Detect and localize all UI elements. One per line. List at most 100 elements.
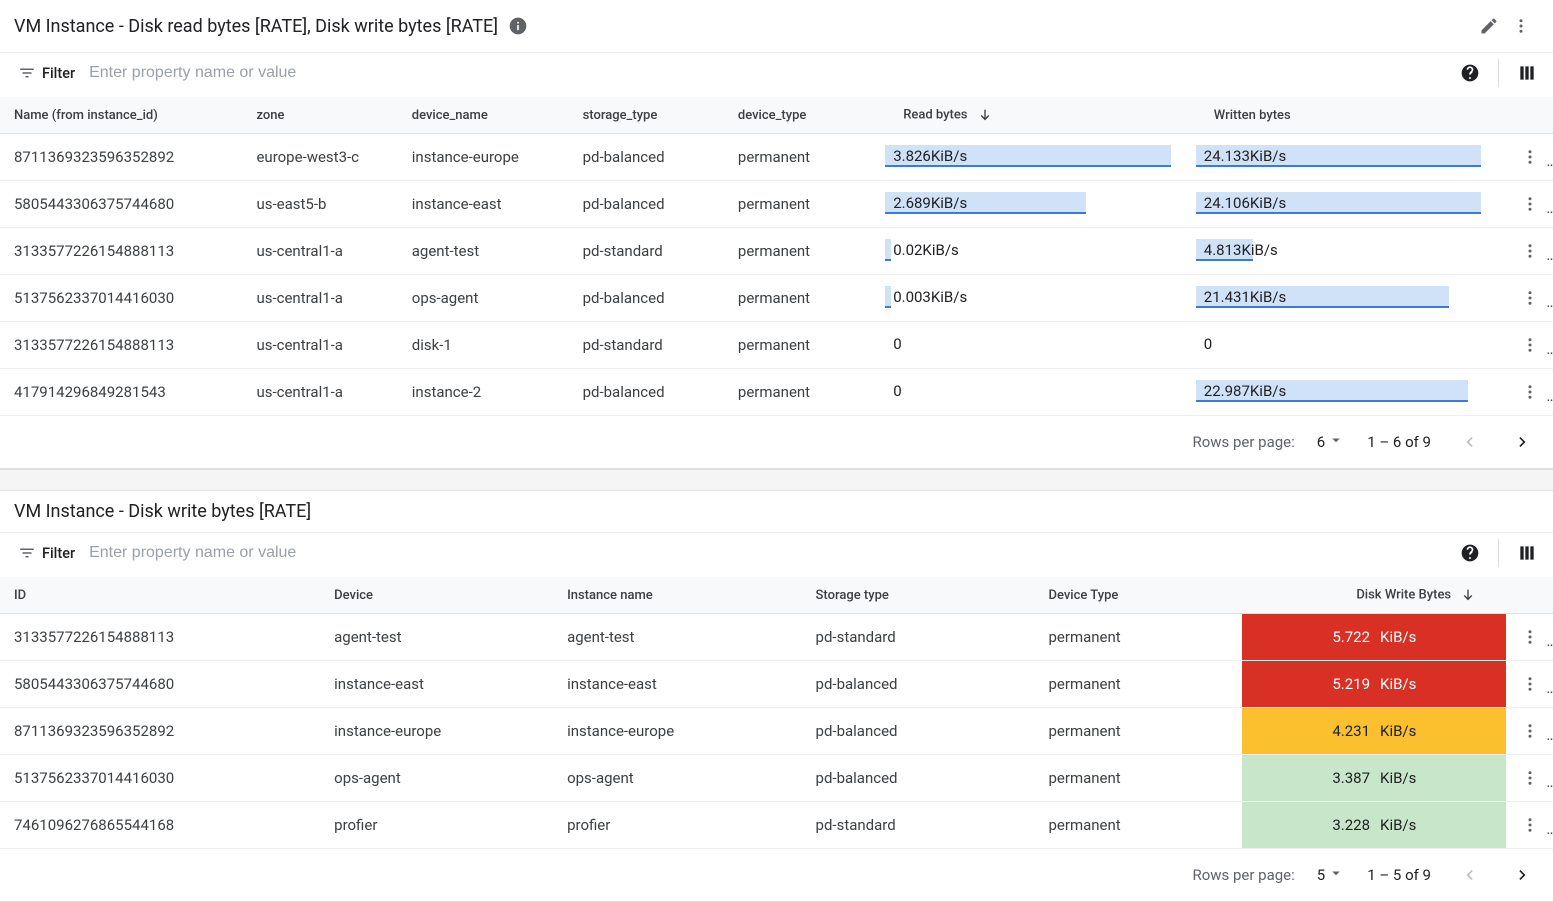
rows-per-page-select[interactable]: 6 xyxy=(1317,431,1345,453)
cell-device-name: agent-test xyxy=(404,228,575,275)
table-row[interactable]: 5805443306375744680 instance-east instan… xyxy=(0,661,1553,708)
col-device[interactable]: Device xyxy=(326,577,559,614)
filter-bar: Filter xyxy=(0,52,1553,97)
cell-device-type: permanent xyxy=(1040,708,1242,755)
table-row[interactable]: 8711369323596352892 europe-west3-c insta… xyxy=(0,134,1553,181)
columns-button[interactable] xyxy=(1511,537,1543,569)
col-id[interactable]: ID xyxy=(0,577,326,614)
read-value: 2.689KiB/s xyxy=(893,192,967,214)
row-menu-button[interactable] xyxy=(1514,668,1546,700)
col-instance-name[interactable]: Instance name xyxy=(559,577,807,614)
filter-label: Filter xyxy=(42,65,75,82)
prev-page-button[interactable] xyxy=(1453,426,1485,458)
cell-read-bytes: 0 xyxy=(885,322,1196,369)
cell-device-type: permanent xyxy=(730,181,885,228)
help-button[interactable] xyxy=(1454,57,1486,89)
col-written-bytes[interactable]: Written bytes xyxy=(1196,97,1507,134)
panel-menu-button[interactable] xyxy=(1505,10,1537,42)
cell-instance-name: agent-test xyxy=(559,614,807,661)
col-storage-type[interactable]: Storage type xyxy=(808,577,1041,614)
write-value: 21.431KiB/s xyxy=(1204,286,1286,308)
row-menu-button[interactable] xyxy=(1514,188,1546,220)
filter-input[interactable] xyxy=(87,543,1454,563)
write-value: 24.106KiB/s xyxy=(1204,192,1286,214)
col-name[interactable]: Name (from instance_id) xyxy=(0,97,248,134)
read-value: 0 xyxy=(893,333,901,355)
table-row[interactable]: 7461096276865544168 profier profier pd-s… xyxy=(0,802,1553,849)
row-menu-button[interactable] xyxy=(1514,235,1546,267)
edit-button[interactable] xyxy=(1473,10,1505,42)
prev-page-button[interactable] xyxy=(1453,859,1485,891)
row-menu-button[interactable] xyxy=(1514,809,1546,841)
cell-storage-type: pd-balanced xyxy=(808,661,1041,708)
cell-name: 8711369323596352892 xyxy=(0,134,248,181)
columns-button[interactable] xyxy=(1511,57,1543,89)
rows-per-page-select[interactable]: 5 xyxy=(1317,864,1345,886)
next-page-button[interactable] xyxy=(1507,859,1539,891)
table-row[interactable]: 5137562337014416030 ops-agent ops-agent … xyxy=(0,755,1553,802)
cell-disk-write-bytes: 3.228KiB/s xyxy=(1242,802,1506,849)
col-device-name[interactable]: device_name xyxy=(404,97,575,134)
col-device-type[interactable]: device_type xyxy=(730,97,885,134)
cell-device-type: permanent xyxy=(1040,755,1242,802)
cell-written-bytes: 4.813KiB/s xyxy=(1196,228,1507,275)
table-row[interactable]: 417914296849281543 us-central1-a instanc… xyxy=(0,369,1553,416)
cell-device-name: instance-2 xyxy=(404,369,575,416)
panel-header: VM Instance - Disk read bytes [RATE], Di… xyxy=(0,0,1553,52)
cell-written-bytes: 21.431KiB/s xyxy=(1196,275,1507,322)
col-storage-type[interactable]: storage_type xyxy=(575,97,730,134)
cell-storage-type: pd-balanced xyxy=(575,181,730,228)
panel-title: VM Instance - Disk write bytes [RATE] xyxy=(14,501,311,522)
filter-bar: Filter xyxy=(0,532,1553,577)
row-menu-button[interactable] xyxy=(1514,621,1546,653)
row-menu-button[interactable] xyxy=(1514,282,1546,314)
cell-device-name: disk-1 xyxy=(404,322,575,369)
cell-device-type: permanent xyxy=(730,228,885,275)
cell-storage-type: pd-balanced xyxy=(575,275,730,322)
table-row[interactable]: 3133577226154888113 agent-test agent-tes… xyxy=(0,614,1553,661)
data-table: ID Device Instance name Storage type Dev… xyxy=(0,577,1553,849)
cell-device-name: ops-agent xyxy=(404,275,575,322)
cell-read-bytes: 0.02KiB/s xyxy=(885,228,1196,275)
caret-down-icon xyxy=(1327,864,1345,886)
cell-disk-write-bytes: 5.722KiB/s xyxy=(1242,614,1506,661)
info-icon[interactable] xyxy=(508,16,528,36)
col-device-type[interactable]: Device Type xyxy=(1040,577,1242,614)
panel-header: VM Instance - Disk write bytes [RATE] xyxy=(0,491,1553,532)
cell-storage-type: pd-standard xyxy=(575,228,730,275)
divider xyxy=(1498,59,1499,87)
row-menu-button[interactable] xyxy=(1514,762,1546,794)
cell-device-type: permanent xyxy=(1040,614,1242,661)
write-value: 0 xyxy=(1204,333,1212,355)
next-page-button[interactable] xyxy=(1507,426,1539,458)
write-value: 4.813KiB/s xyxy=(1204,239,1278,261)
cell-storage-type: pd-balanced xyxy=(808,708,1041,755)
cell-instance-name: ops-agent xyxy=(559,755,807,802)
table-row[interactable]: 3133577226154888113 us-central1-a agent-… xyxy=(0,228,1553,275)
cell-storage-type: pd-standard xyxy=(575,322,730,369)
panel-disk-write: VM Instance - Disk write bytes [RATE] Fi… xyxy=(0,491,1553,902)
cell-name: 417914296849281543 xyxy=(0,369,248,416)
divider xyxy=(1498,539,1499,567)
help-button[interactable] xyxy=(1454,537,1486,569)
col-disk-write-bytes[interactable]: Disk Write Bytes xyxy=(1242,577,1506,614)
cell-disk-write-bytes: 5.219KiB/s xyxy=(1242,661,1506,708)
row-menu-button[interactable] xyxy=(1514,141,1546,173)
pagination-footer: Rows per page: 6 1 – 6 of 9 xyxy=(0,416,1553,468)
cell-device: instance-east xyxy=(326,661,559,708)
table-row[interactable]: 5805443306375744680 us-east5-b instance-… xyxy=(0,181,1553,228)
col-read-bytes[interactable]: Read bytes xyxy=(885,97,1196,134)
row-menu-button[interactable] xyxy=(1514,376,1546,408)
table-row[interactable]: 3133577226154888113 us-central1-a disk-1… xyxy=(0,322,1553,369)
filter-input[interactable] xyxy=(87,63,1454,83)
col-zone[interactable]: zone xyxy=(248,97,403,134)
cell-written-bytes: 22.987KiB/s xyxy=(1196,369,1507,416)
row-menu-button[interactable] xyxy=(1514,329,1546,361)
cell-zone: europe-west3-c xyxy=(248,134,403,181)
cell-read-bytes: 0 xyxy=(885,369,1196,416)
row-menu-button[interactable] xyxy=(1514,715,1546,747)
cell-read-bytes: 2.689KiB/s xyxy=(885,181,1196,228)
table-row[interactable]: 8711369323596352892 instance-europe inst… xyxy=(0,708,1553,755)
cell-zone: us-central1-a xyxy=(248,228,403,275)
table-row[interactable]: 5137562337014416030 us-central1-a ops-ag… xyxy=(0,275,1553,322)
